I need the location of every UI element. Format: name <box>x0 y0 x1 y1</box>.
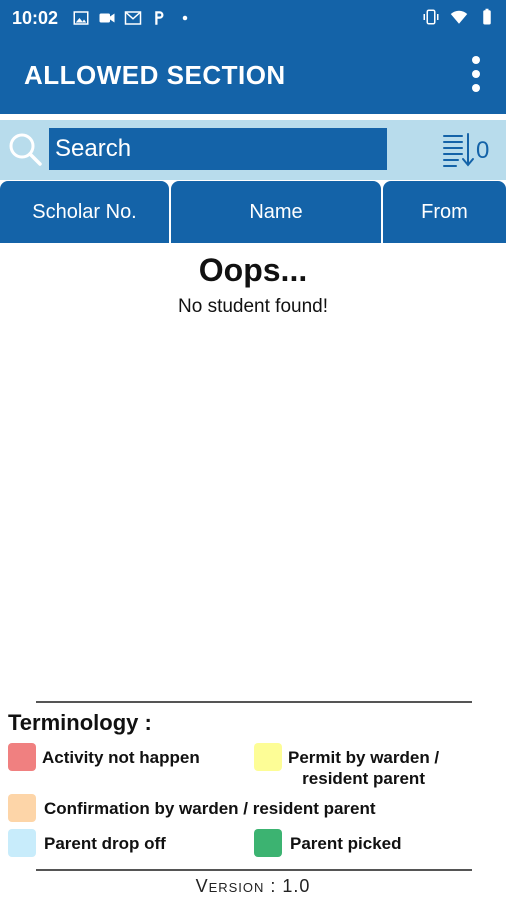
legend-swatch <box>254 829 282 857</box>
legend-label: Permit by warden / resident parent <box>288 748 440 788</box>
version-label: Version : 1.0 <box>195 876 311 896</box>
terminology-title: Terminology : <box>8 710 152 735</box>
empty-state-message: No student found! <box>178 296 328 317</box>
more-vert-icon[interactable] <box>466 54 486 94</box>
legend-item-activity-not-happen: Activity not happen <box>8 743 200 771</box>
menu-dot <box>472 56 480 64</box>
column-header-name[interactable]: Name <box>171 181 381 243</box>
status-icons-right <box>422 8 496 26</box>
sort-count: 0 <box>476 137 490 164</box>
status-icons-left <box>72 9 194 27</box>
table-header: Scholar No. Name From <box>0 181 506 243</box>
legend-item-confirmation: Confirmation by warden / resident parent <box>8 794 376 822</box>
empty-state-title: Oops... <box>198 252 308 288</box>
page-title: ALLOWED SECTION <box>24 60 286 90</box>
legend-item-parent-drop-off: Parent drop off <box>8 829 166 857</box>
dot-icon <box>176 9 194 27</box>
wifi-icon <box>450 8 468 26</box>
legend-label: Parent drop off <box>44 834 166 853</box>
sort-icon[interactable] <box>440 130 476 170</box>
menu-dot <box>472 70 480 78</box>
divider <box>36 701 472 703</box>
column-header-scholar-no[interactable]: Scholar No. <box>0 181 169 243</box>
status-time: 10:02 <box>12 8 59 28</box>
gmail-icon <box>124 9 142 27</box>
battery-icon <box>478 8 496 26</box>
legend-swatch <box>8 794 36 822</box>
app-bar: ALLOWED SECTION <box>0 36 506 114</box>
legend-item-parent-picked: Parent picked <box>254 829 402 857</box>
legend-item-permit-by-warden: Permit by warden / resident parent <box>254 743 439 789</box>
legend-label: Parent picked <box>290 834 402 853</box>
vibrate-icon <box>422 8 440 26</box>
legend-label: Confirmation by warden / resident parent <box>44 799 376 818</box>
divider <box>36 869 472 871</box>
menu-dot <box>472 84 480 92</box>
legend-swatch <box>8 829 36 857</box>
legend-label: Activity not happen <box>42 748 200 767</box>
image-icon <box>72 9 90 27</box>
search-input[interactable] <box>49 128 387 170</box>
search-bar: 0 <box>0 120 506 180</box>
search-icon[interactable] <box>7 131 43 167</box>
p-icon <box>150 9 168 27</box>
video-icon <box>98 9 116 27</box>
status-bar: 10:02 <box>0 0 506 36</box>
legend-swatch <box>254 743 282 771</box>
column-header-from[interactable]: From <box>383 181 506 243</box>
legend-swatch <box>8 743 36 771</box>
